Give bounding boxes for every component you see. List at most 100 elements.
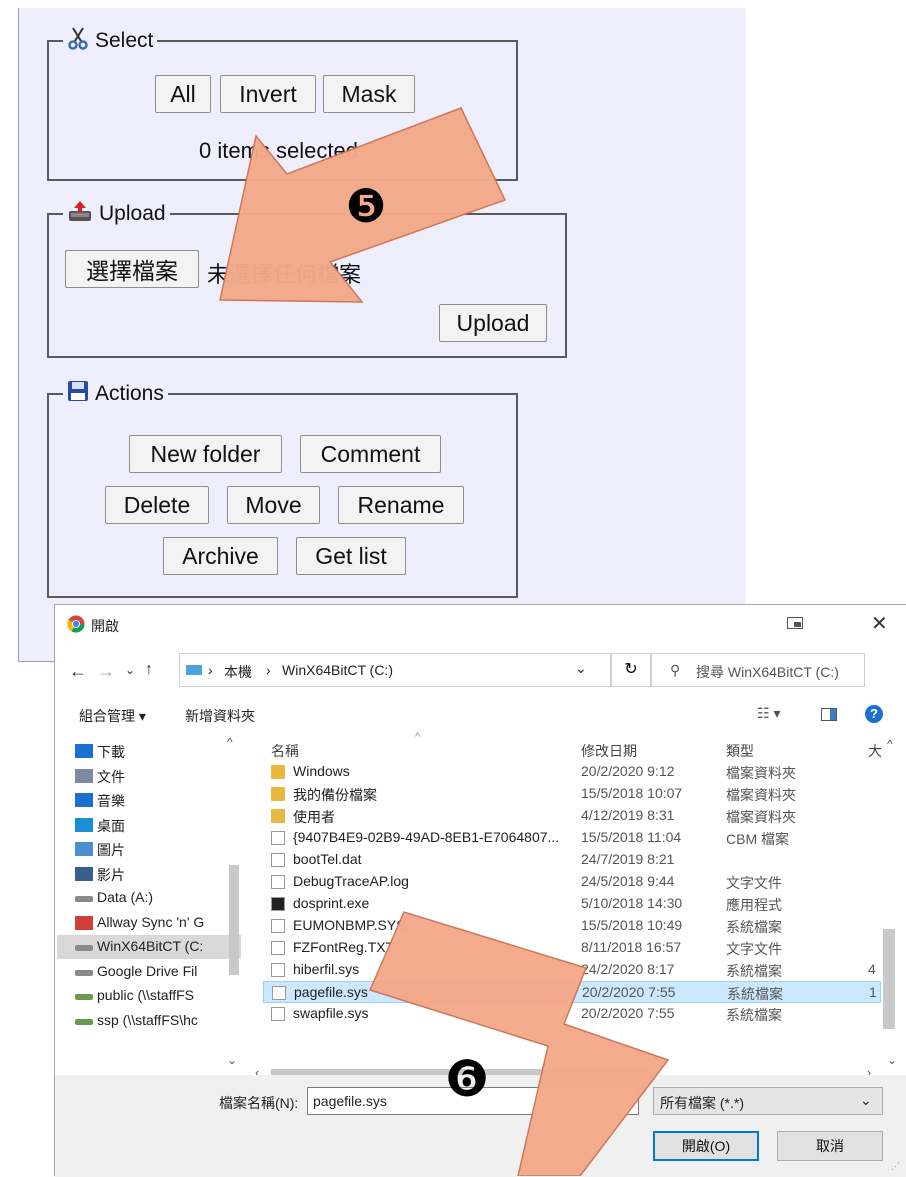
file-row[interactable]: FZFontReg.TXT 8/11/2018 16:57 文字文件: [263, 937, 861, 959]
resize-grip-icon[interactable]: ⋰: [891, 1161, 900, 1172]
actions-fieldset: Actions New folder Comment Delete Move R…: [47, 379, 518, 598]
file-type: 系統檔案: [726, 963, 782, 979]
search-box[interactable]: ⚲ 搜尋 WinX64BitCT (C:): [651, 653, 865, 687]
file-name: hiberfil.sys: [293, 961, 360, 977]
save-icon: [67, 380, 89, 408]
file-size: 1: [869, 984, 877, 1000]
file-list: 名稱 ^ 修改日期 類型 大 Windows 20/2/2020 9:12 檔案資料…: [55, 731, 906, 1080]
file-date: 8/11/2018 16:57: [581, 939, 682, 955]
column-header-size[interactable]: 大: [868, 741, 882, 761]
file-date: 15/5/2018 10:49: [581, 917, 683, 933]
file-row[interactable]: 我的備份檔案 15/5/2018 10:07 檔案資料夾: [263, 783, 861, 805]
choose-file-button[interactable]: 選擇檔案: [65, 250, 199, 288]
text-file-icon: [271, 875, 285, 889]
organize-menu[interactable]: 組合管理 ▾: [79, 706, 146, 726]
close-icon[interactable]: ✕: [871, 611, 888, 636]
file-type: 檔案資料夾: [726, 787, 796, 803]
invert-selection-button[interactable]: Invert: [220, 75, 316, 113]
delete-button[interactable]: Delete: [105, 486, 209, 524]
actions-legend: Actions: [63, 379, 168, 409]
file-type: 檔案資料夾: [726, 765, 796, 781]
refresh-icon[interactable]: ↻: [611, 653, 651, 687]
selection-status: 0 items selected: [199, 138, 358, 163]
file-row[interactable]: swapfile.sys 20/2/2020 7:55 系統檔案: [263, 1003, 861, 1025]
rename-button[interactable]: Rename: [338, 486, 464, 524]
file-row[interactable]: DebugTraceAP.log 24/5/2018 9:44 文字文件: [263, 871, 861, 893]
file-name: dosprint.exe: [293, 895, 370, 911]
exe-icon: [271, 897, 285, 911]
file-date: 4/12/2019 8:31: [581, 807, 675, 823]
no-file-chosen-text: 未選擇任何檔案: [207, 262, 362, 287]
up-arrow-icon[interactable]: ↑: [145, 661, 153, 679]
upload-icon: [67, 199, 93, 229]
list-scroll-up-icon[interactable]: ^: [887, 737, 893, 751]
filename-input[interactable]: pagefile.sys: [307, 1087, 639, 1115]
file-name: {9407B4E9-02B9-49AD-8EB1-E7064807...: [293, 829, 560, 845]
file-row[interactable]: {9407B4E9-02B9-49AD-8EB1-E7064807... 15/5…: [263, 827, 861, 849]
breadcrumb-drive[interactable]: WinX64BitCT (C:): [282, 662, 393, 678]
get-list-button[interactable]: Get list: [296, 537, 406, 575]
file-type: CBM 檔案: [726, 831, 789, 847]
column-header-name[interactable]: 名稱: [271, 741, 299, 761]
file-row[interactable]: pagefile.sys 20/2/2020 7:55 系統檔案 1: [263, 981, 881, 1003]
view-options-icon[interactable]: ☷ ▾: [757, 705, 780, 722]
file-date: 20/2/2020 7:55: [581, 1005, 675, 1021]
window-preview-icon[interactable]: [787, 617, 803, 629]
file-row[interactable]: EUMONBMP.SYS 15/5/2018 10:49 系統檔案: [263, 915, 861, 937]
comment-button[interactable]: Comment: [300, 435, 441, 473]
sort-arrow-icon: ^: [415, 731, 421, 743]
file-row[interactable]: bootTel.dat 24/7/2019 8:21: [263, 849, 861, 871]
new-folder-button[interactable]: New folder: [129, 435, 282, 473]
file-name: pagefile.sys: [294, 984, 368, 1000]
file-date: 24/5/2018 9:44: [581, 873, 675, 889]
breadcrumb-computer[interactable]: 本機: [224, 662, 252, 682]
file-row[interactable]: dosprint.exe 5/10/2018 14:30 應用程式: [263, 893, 861, 915]
preview-pane-icon[interactable]: [821, 708, 837, 721]
select-fieldset: Select All Invert Mask 0 items selected: [47, 26, 518, 181]
dialog-title: 開啟: [91, 618, 119, 634]
open-button[interactable]: 開啟(O): [653, 1131, 759, 1161]
new-folder-toolbar-button[interactable]: 新增資料夾: [185, 706, 255, 726]
archive-button[interactable]: Archive: [163, 537, 278, 575]
mask-selection-button[interactable]: Mask: [323, 75, 415, 113]
cancel-button[interactable]: 取消: [777, 1131, 883, 1161]
system-file-icon: [271, 1007, 285, 1021]
list-scroll-down-icon[interactable]: ⌄: [887, 1053, 897, 1067]
move-button[interactable]: Move: [227, 486, 320, 524]
filename-label: 檔案名稱(N):: [219, 1095, 299, 1111]
system-file-icon: [272, 986, 286, 1000]
list-scrollbar-thumb[interactable]: [883, 929, 895, 1029]
file-row[interactable]: Windows 20/2/2020 9:12 檔案資料夾: [263, 761, 861, 783]
file-type: 檔案資料夾: [726, 809, 796, 825]
help-icon[interactable]: ?: [865, 705, 883, 723]
file-name: swapfile.sys: [293, 1005, 369, 1021]
column-header-type[interactable]: 類型: [726, 741, 754, 761]
address-dropdown-icon[interactable]: ⌄: [575, 660, 587, 677]
upload-button[interactable]: Upload: [439, 304, 547, 342]
file-type-value: 所有檔案 (*.*): [660, 1095, 744, 1111]
forward-arrow-icon[interactable]: →: [97, 661, 115, 682]
recent-chevron-icon[interactable]: ⌄: [125, 663, 135, 677]
column-header-date[interactable]: 修改日期: [581, 741, 637, 761]
file-row[interactable]: 使用者 4/12/2019 8:31 檔案資料夾: [263, 805, 861, 827]
file-date: 24/7/2019 8:21: [581, 851, 675, 867]
file-type-chevron-icon: ⌄: [860, 1092, 872, 1108]
file-type: 系統檔案: [727, 986, 783, 1002]
breadcrumb-sep-icon: ›: [266, 662, 271, 678]
back-arrow-icon[interactable]: ←: [69, 661, 87, 682]
search-icon: ⚲: [670, 662, 681, 678]
file-date: 15/5/2018 11:04: [581, 829, 682, 845]
address-bar[interactable]: › 本機 › WinX64BitCT (C:) ⌄: [179, 653, 611, 687]
actions-legend-label: Actions: [95, 382, 164, 405]
select-legend-label: Select: [95, 29, 154, 52]
file-type: 文字文件: [726, 941, 782, 957]
search-placeholder: 搜尋 WinX64BitCT (C:): [696, 664, 839, 680]
file-row[interactable]: hiberfil.sys 24/2/2020 8:17 系統檔案 4: [263, 959, 876, 981]
file-icon: [271, 853, 285, 867]
file-manager-panel: Select All Invert Mask 0 items selected …: [18, 8, 746, 662]
file-icon: [271, 831, 285, 845]
file-type-select[interactable]: 所有檔案 (*.*) ⌄: [653, 1087, 883, 1115]
breadcrumb-sep-icon: ›: [208, 662, 213, 678]
file-type: 文字文件: [726, 875, 782, 891]
select-all-button[interactable]: All: [155, 75, 211, 113]
